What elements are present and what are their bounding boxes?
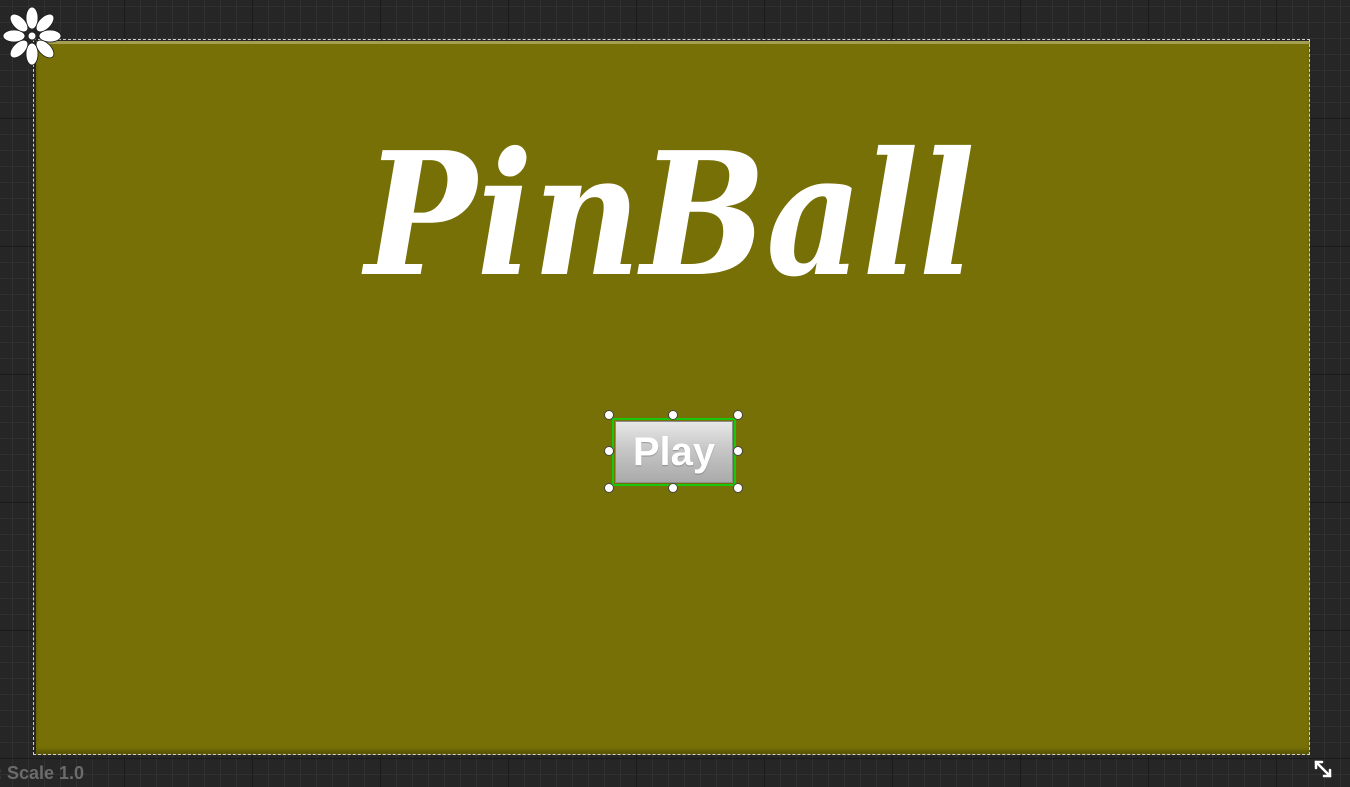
pinball-logo: PinBall bbox=[362, 115, 975, 301]
resize-handle-bottom-right[interactable] bbox=[734, 484, 742, 492]
resize-handle-top-left[interactable] bbox=[605, 411, 613, 419]
resize-handle-left[interactable] bbox=[605, 447, 613, 455]
resize-handle-top[interactable] bbox=[669, 411, 677, 419]
pinball-logo-text: PinBall bbox=[362, 115, 975, 301]
resize-diagonal-icon[interactable] bbox=[1312, 758, 1334, 780]
designer-canvas[interactable]: PinBall Play : Scale 1.0 bbox=[0, 0, 1350, 787]
dpi-scale-label: : Scale 1.0 bbox=[0, 763, 85, 783]
play-button[interactable]: Play bbox=[615, 421, 733, 483]
resize-handle-bottom-left[interactable] bbox=[605, 484, 613, 492]
anchor-flower-icon[interactable] bbox=[0, 4, 64, 68]
resize-handle-right[interactable] bbox=[734, 447, 742, 455]
resize-handle-bottom[interactable] bbox=[669, 484, 677, 492]
resize-handle-top-right[interactable] bbox=[734, 411, 742, 419]
